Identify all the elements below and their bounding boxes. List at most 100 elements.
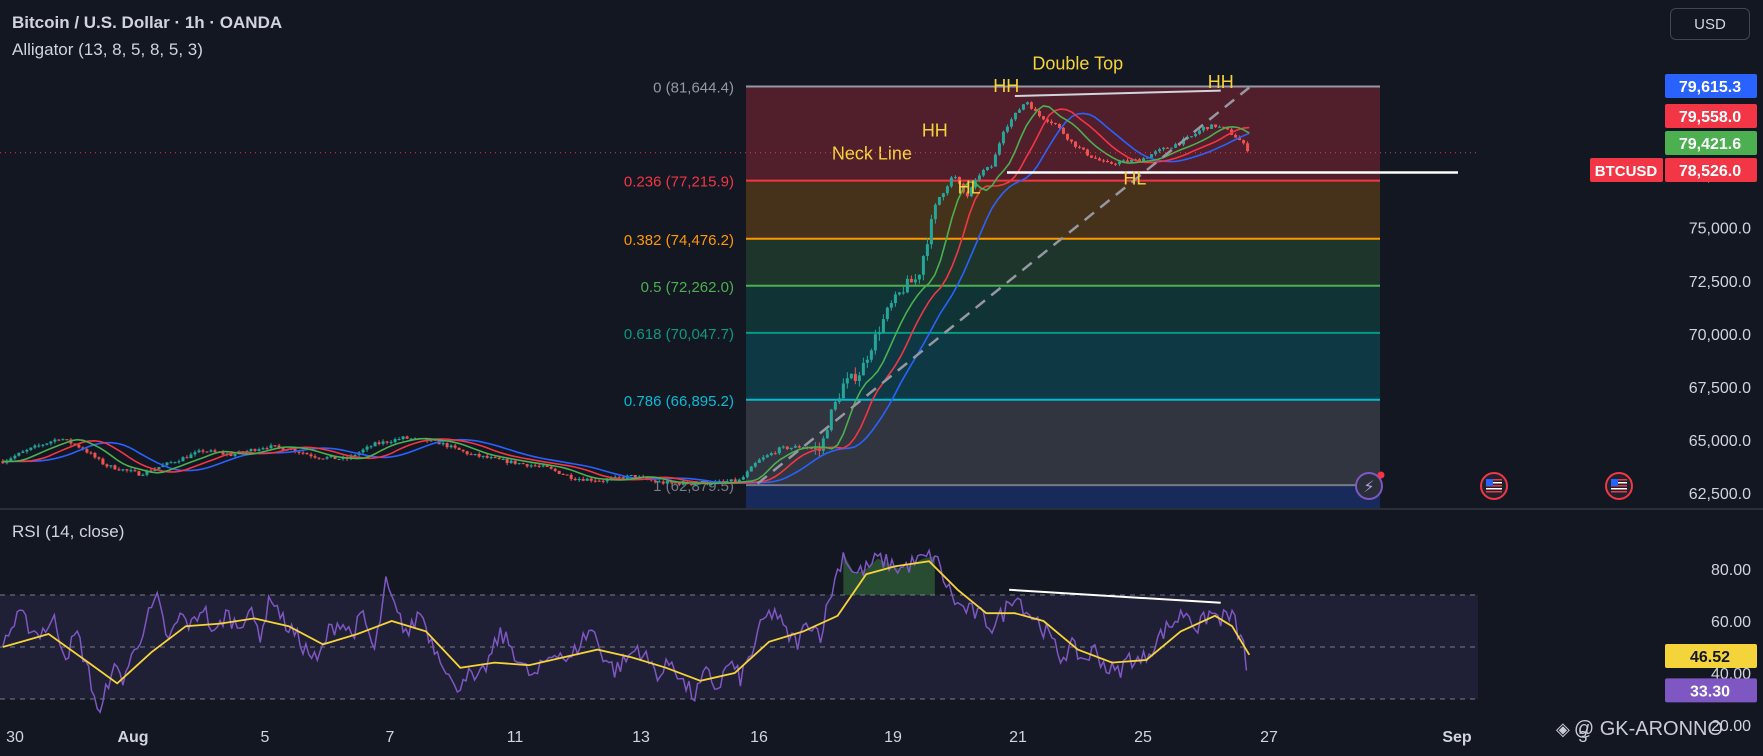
candle-body <box>45 443 49 445</box>
candle-body <box>677 482 681 485</box>
fib-zone <box>746 238 1380 286</box>
candle-body <box>9 458 13 461</box>
symbol-tag-label: BTCUSD <box>1595 163 1658 180</box>
candle-body <box>1053 123 1057 125</box>
candle-body <box>173 462 177 464</box>
candle-body <box>925 244 929 256</box>
candle-body <box>1118 161 1122 165</box>
candle-body <box>1126 160 1130 162</box>
candle-body <box>513 460 517 464</box>
candle-body <box>1001 131 1005 144</box>
candle-body <box>197 450 201 453</box>
time-axis-tick: 27 <box>1260 729 1278 746</box>
candle-body <box>189 454 193 459</box>
candle-body <box>141 474 145 476</box>
candle-body <box>61 439 65 441</box>
pattern-annotation: HL <box>1123 168 1146 188</box>
candle-body <box>405 436 409 439</box>
rsi-pane <box>0 548 1478 714</box>
candle-body <box>37 445 41 447</box>
candle-body <box>377 442 381 444</box>
candle-body <box>109 465 113 467</box>
fib-level-label: 0.236 (77,215.9) <box>624 174 734 191</box>
candle-body <box>17 452 21 456</box>
price-axis-tick: 70,000.0 <box>1689 327 1751 344</box>
candle-body <box>457 447 461 450</box>
candle-body <box>49 441 53 444</box>
candle-body <box>385 441 389 443</box>
candle-body <box>1069 139 1073 142</box>
candle-body <box>785 446 789 450</box>
candle-body <box>481 455 485 457</box>
candle-body <box>233 454 237 456</box>
candle-body <box>121 469 125 471</box>
candle-body <box>689 484 693 486</box>
candle-body <box>497 457 501 460</box>
candle-body <box>321 458 325 460</box>
candle-body <box>1170 147 1174 149</box>
candle-body <box>773 453 777 455</box>
fib-level-label: 0.382 (74,476.2) <box>624 232 734 249</box>
candle-body <box>77 444 81 448</box>
candle-body <box>1210 124 1214 129</box>
candle-body <box>569 474 573 479</box>
time-axis-tick: 13 <box>632 729 650 746</box>
candle-body <box>601 480 605 482</box>
price-pane: 0 (81,644.4) 0.236 (77,215.9) 0.382 (74,47… <box>0 53 1763 510</box>
candle-body <box>1206 126 1210 129</box>
candle-body <box>89 452 93 454</box>
us-flag-icon-stripe <box>1486 488 1502 490</box>
pattern-annotation: HH <box>922 120 948 140</box>
candle-body <box>265 448 269 450</box>
candle-body <box>989 166 993 168</box>
candle-body <box>597 480 601 482</box>
symbol-title[interactable]: Bitcoin / U.S. Dollar · 1h · OANDA <box>12 13 282 33</box>
candle-body <box>209 450 213 452</box>
candle-body <box>797 446 801 448</box>
candle-body <box>833 402 837 410</box>
candle-body <box>253 449 257 451</box>
candle-body <box>93 453 97 458</box>
candle-body <box>185 457 189 459</box>
chart-canvas[interactable]: 0 (81,644.4) 0.236 (77,215.9) 0.382 (74,47… <box>0 0 1763 756</box>
candle-body <box>445 443 449 448</box>
candle-body <box>881 319 885 333</box>
us-flag-icon-stripe <box>1611 491 1627 493</box>
candle-body <box>257 449 261 451</box>
candle-body <box>1065 133 1069 140</box>
candle-body <box>525 464 529 467</box>
candle-body <box>137 471 141 476</box>
time-axis-tick: 11 <box>507 729 524 746</box>
candle-body <box>41 444 45 446</box>
candle-body <box>461 449 465 452</box>
fib-level-label: 0.618 (70,047.7) <box>624 326 734 343</box>
pattern-annotation: HH <box>993 76 1019 96</box>
fib-zone <box>746 180 1380 239</box>
us-flag-icon-canton <box>1611 479 1618 486</box>
price-axis-tick: 72,500.0 <box>1689 274 1751 291</box>
rsi-value-tag-text: 33.30 <box>1690 683 1730 700</box>
candle-body <box>193 452 197 455</box>
candle-body <box>1021 104 1025 110</box>
candle-body <box>125 469 129 471</box>
candle-body <box>129 470 133 472</box>
fib-zone <box>746 285 1380 333</box>
notification-dot <box>1377 471 1385 479</box>
fib-level-label: 0 (81,644.4) <box>653 80 734 97</box>
rsi-value-tag-text: 46.52 <box>1690 649 1730 666</box>
candle-body <box>937 197 941 205</box>
time-axis-tick: 30 <box>6 729 24 746</box>
rsi-indicator-label[interactable]: RSI (14, close) <box>12 522 124 542</box>
candle-body <box>305 453 309 455</box>
candle-body <box>761 457 765 460</box>
us-flag-icon-stripe <box>1611 488 1627 490</box>
currency-button[interactable]: USD <box>1670 8 1750 40</box>
candle-body <box>353 454 357 456</box>
candle-body <box>877 332 881 335</box>
candle-body <box>733 479 737 482</box>
fib-level-label: 0.5 (72,262.0) <box>641 279 734 296</box>
candle-body <box>205 451 209 453</box>
candle-body <box>1194 133 1198 137</box>
alligator-indicator-label[interactable]: Alligator (13, 8, 5, 8, 5, 3) <box>12 40 203 60</box>
candle-body <box>505 459 509 464</box>
